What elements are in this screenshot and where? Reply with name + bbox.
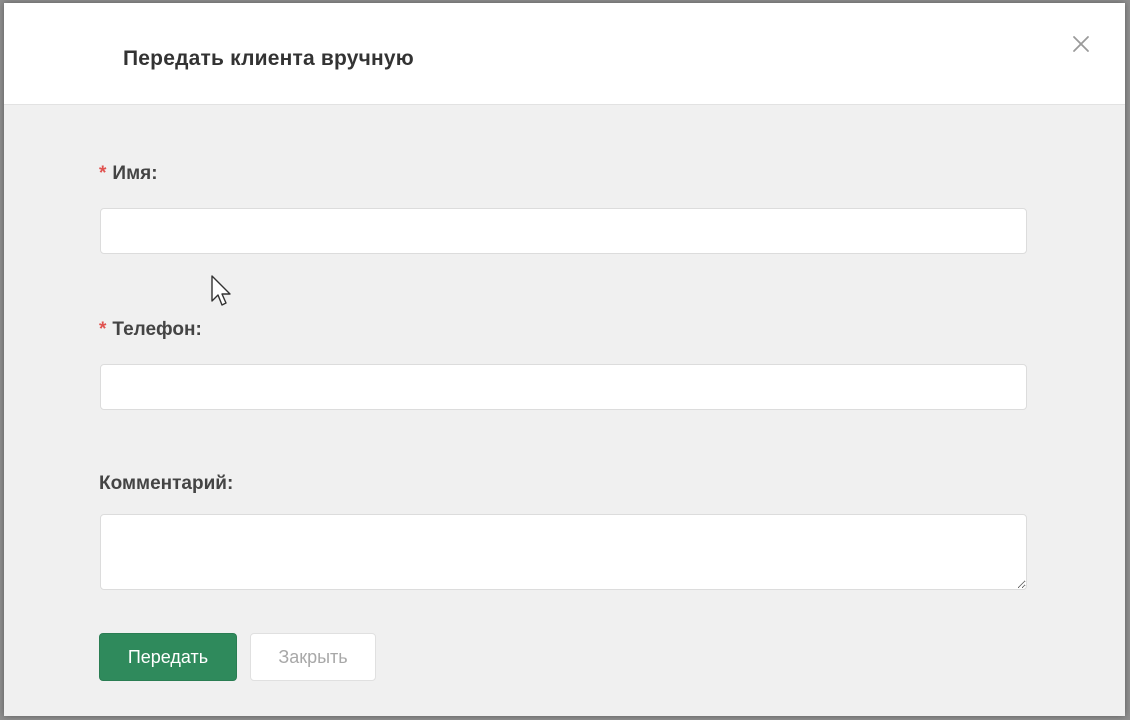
comment-label: Комментарий: xyxy=(99,473,233,495)
required-mark: * xyxy=(99,163,107,184)
comment-textarea[interactable] xyxy=(100,514,1027,590)
phone-label-text: Телефон: xyxy=(112,319,202,340)
phone-input[interactable] xyxy=(100,364,1027,410)
dialog-header: Передать клиента вручную xyxy=(4,3,1125,105)
transfer-client-dialog: Передать клиента вручную * Имя: * Телефон:… xyxy=(4,3,1125,716)
submit-button[interactable]: Передать xyxy=(99,633,237,681)
name-label-text: Имя: xyxy=(112,163,158,184)
dialog-title: Передать клиента вручную xyxy=(123,47,414,70)
name-label: * Имя: xyxy=(99,163,158,185)
required-mark: * xyxy=(99,319,107,340)
close-button[interactable] xyxy=(1070,33,1092,55)
comment-label-text: Комментарий: xyxy=(99,473,234,494)
phone-label: * Телефон: xyxy=(99,319,202,341)
close-icon xyxy=(1073,36,1089,52)
close-dialog-button[interactable]: Закрыть xyxy=(250,633,376,681)
name-input[interactable] xyxy=(100,208,1027,254)
